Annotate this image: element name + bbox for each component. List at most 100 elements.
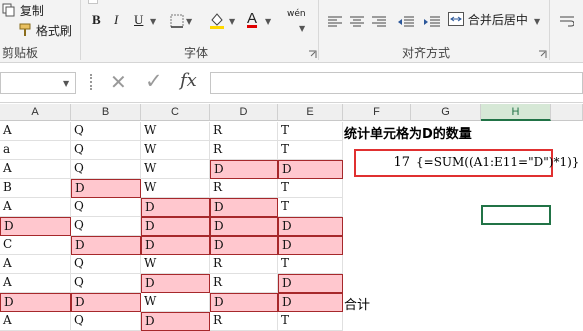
highlighted-cell[interactable]: D	[71, 179, 141, 198]
copy-button[interactable]: 复制	[2, 2, 44, 20]
cell[interactable]: R	[210, 122, 278, 141]
column-header-c[interactable]: C	[141, 104, 210, 121]
highlighted-cell[interactable]: D	[141, 198, 210, 217]
column-header-a[interactable]: A	[0, 104, 71, 121]
cell[interactable]: R	[210, 141, 278, 160]
highlighted-cell[interactable]: D	[0, 217, 71, 236]
active-cell-h6[interactable]	[481, 205, 551, 225]
cell[interactable]: A	[0, 274, 71, 293]
align-left-icon[interactable]	[328, 13, 342, 32]
merge-dropdown-icon[interactable]: ▼	[534, 17, 540, 26]
highlighted-cell[interactable]: D	[71, 236, 141, 255]
result-cell-highlight[interactable]: 17 {=SUM((A1:E11="D")*1)}	[354, 149, 579, 177]
highlighted-cell[interactable]: D	[141, 274, 210, 293]
column-header-e[interactable]: E	[278, 104, 343, 121]
insert-function-button[interactable]: fx	[180, 70, 197, 91]
formula-input[interactable]	[210, 72, 583, 94]
column-header-h[interactable]: H	[481, 104, 551, 121]
cell[interactable]: W	[141, 160, 210, 179]
highlighted-cell[interactable]: D	[278, 236, 343, 255]
font-color-dropdown-icon[interactable]: ▼	[265, 17, 271, 26]
cell[interactable]: R	[210, 255, 278, 274]
phonetic-dropdown-icon[interactable]: ▼	[299, 24, 305, 33]
highlighted-cell[interactable]: D	[278, 160, 343, 179]
format-painter-button[interactable]: 格式刷	[18, 22, 72, 40]
borders-dropdown-icon[interactable]: ▼	[186, 17, 192, 26]
cell[interactable]: R	[210, 274, 278, 293]
cell[interactable]: Q	[71, 141, 141, 160]
cell[interactable]: W	[141, 141, 210, 160]
cell[interactable]: A	[0, 255, 71, 274]
cell[interactable]: T	[278, 312, 343, 331]
cell[interactable]: T	[278, 255, 343, 274]
highlighted-cell[interactable]: D	[278, 274, 343, 293]
column-header-d[interactable]: D	[210, 104, 278, 121]
highlighted-cell[interactable]: D	[71, 293, 141, 312]
formula-bar-grip[interactable]	[90, 74, 93, 90]
cell[interactable]: R	[210, 312, 278, 331]
cell[interactable]: W	[141, 255, 210, 274]
highlighted-cell[interactable]: D	[278, 293, 343, 312]
cell[interactable]: Q	[71, 255, 141, 274]
cell[interactable]: T	[278, 179, 343, 198]
cell[interactable]: T	[278, 198, 343, 217]
highlighted-cell[interactable]: D	[0, 293, 71, 312]
cell[interactable]: T	[278, 141, 343, 160]
highlighted-cell[interactable]: D	[141, 236, 210, 255]
cell[interactable]: Q	[71, 198, 141, 217]
bold-button[interactable]: B	[92, 12, 101, 28]
cell[interactable]: Q	[71, 122, 141, 141]
highlighted-cell[interactable]: D	[278, 217, 343, 236]
cell[interactable]: R	[210, 179, 278, 198]
cell[interactable]: Q	[71, 274, 141, 293]
column-header-g[interactable]: G	[411, 104, 481, 121]
underline-button[interactable]: U	[134, 12, 143, 28]
highlighted-cell[interactable]: D	[210, 160, 278, 179]
cell[interactable]: Q	[71, 217, 141, 236]
align-center-icon[interactable]	[350, 13, 364, 32]
decrease-indent-icon[interactable]	[398, 13, 414, 32]
name-box[interactable]: ▼	[0, 72, 76, 94]
underline-dropdown-icon[interactable]: ▼	[150, 17, 156, 26]
cell[interactable]: Q	[71, 160, 141, 179]
highlighted-cell[interactable]: D	[210, 293, 278, 312]
borders-icon[interactable]	[170, 13, 184, 32]
cell[interactable]: A	[0, 198, 71, 217]
cell[interactable]: C	[0, 236, 71, 255]
cell[interactable]: T	[278, 122, 343, 141]
align-right-icon[interactable]	[372, 13, 386, 32]
cell[interactable]: A	[0, 312, 71, 331]
name-box-dropdown-icon[interactable]: ▼	[63, 79, 69, 88]
cancel-icon[interactable]: ✕	[110, 70, 127, 94]
font-name-box[interactable]	[88, 0, 98, 4]
phonetic-button[interactable]: wén	[287, 9, 306, 19]
cell[interactable]: A	[0, 122, 71, 141]
cell[interactable]: A	[0, 160, 71, 179]
fill-color-dropdown-icon[interactable]: ▼	[229, 17, 235, 26]
cell[interactable]: a	[0, 141, 71, 160]
cell[interactable]: W	[141, 179, 210, 198]
confirm-icon[interactable]: ✓	[145, 69, 163, 93]
fill-color-icon[interactable]	[208, 11, 226, 33]
cell[interactable]: W	[141, 122, 210, 141]
increase-indent-icon[interactable]	[424, 13, 440, 32]
highlighted-cell[interactable]: D	[210, 198, 278, 217]
column-header-b[interactable]: B	[71, 104, 141, 121]
italic-button[interactable]: I	[114, 12, 118, 28]
column-header-overflow[interactable]	[551, 104, 583, 121]
highlighted-cell[interactable]: D	[210, 217, 278, 236]
total-label: 合计	[344, 298, 371, 313]
font-color-button[interactable]: A	[247, 10, 257, 27]
merge-center-button[interactable]: 合并后居中	[448, 11, 528, 29]
cell[interactable]: W	[141, 293, 210, 312]
ribbon: 复制 格式刷 剪贴板 B I U ▼ ▼ ▼ A ▼ wén ▼ 字体 合并后居…	[0, 0, 583, 63]
highlighted-cell[interactable]: D	[141, 217, 210, 236]
cell[interactable]: Q	[71, 312, 141, 331]
cell[interactable]: B	[0, 179, 71, 198]
highlighted-cell[interactable]: D	[141, 312, 210, 331]
wrap-text-icon[interactable]	[560, 13, 575, 32]
alignment-dialog-launcher-icon[interactable]	[538, 44, 547, 63]
column-header-f[interactable]: F	[343, 104, 411, 121]
highlighted-cell[interactable]: D	[210, 236, 278, 255]
font-dialog-launcher-icon[interactable]	[308, 44, 317, 63]
